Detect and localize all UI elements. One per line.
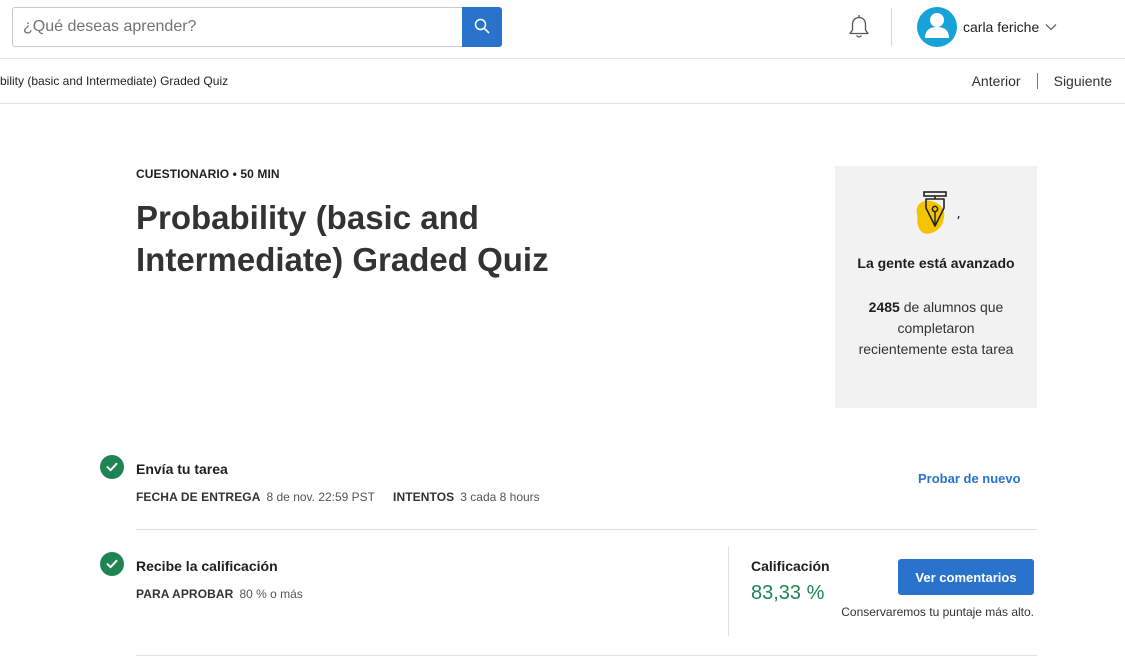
card-heading: La gente está avanzado [857,255,1015,271]
grade-label: Calificación [751,558,830,574]
retry-button[interactable]: Probar de nuevo [918,471,1021,486]
grade-divider [728,547,729,636]
submit-step-title: Envía tu tarea [136,461,228,477]
submit-step-meta: FECHA DE ENTREGA 8 de nov. 22:59 PST INTEN… [136,490,540,504]
next-link[interactable]: Siguiente [1054,73,1112,89]
due-date-value: 8 de nov. 22:59 PST [266,490,376,504]
grade-value: 83,33 % [751,582,825,604]
submit-step-check-icon [100,455,124,479]
page-title: Probability (basic and Intermediate) Gra… [136,199,549,278]
search-button[interactable] [462,7,502,47]
section-divider [136,529,1037,530]
pass-label: PARA APROBAR [136,587,234,601]
breadcrumb-bar: bility (basic and Intermediate) Graded Q… [0,59,1125,104]
attempts-label: INTENTOS [393,490,455,504]
avatar [917,7,957,47]
breadcrumb: bility (basic and Intermediate) Graded Q… [0,74,229,88]
search-icon [474,18,490,37]
user-name: carla feriche [963,19,1040,35]
highest-score-note: Conservaremos tu puntaje más alto. [841,605,1034,619]
view-feedback-button[interactable]: Ver comentarios [898,559,1034,595]
pen-nib-icon [911,188,963,240]
grade-step-meta: PARA APROBAR 80 % o más [136,587,303,601]
learner-count: 2485 [868,299,900,315]
item-type-label: CUESTIONARIO • 50 MIN [136,167,280,181]
due-date-label: FECHA DE ENTREGA [136,490,261,504]
attempts-value: 3 cada 8 hours [460,490,540,504]
notifications-button[interactable] [846,14,872,45]
section-divider-bottom [136,655,1037,656]
user-icon [917,7,957,47]
card-text: 2485 de alumnos que completaron reciente… [857,297,1015,360]
user-menu[interactable]: carla feriche [917,7,1057,47]
grade-step-title: Recibe la calificación [136,558,278,574]
search-input[interactable] [12,7,462,47]
nav-separator [1036,73,1038,89]
chevron-down-icon [1045,23,1057,31]
top-bar: carla feriche [0,0,1125,59]
pass-value: 80 % o más [239,587,303,601]
search-bar [12,7,502,47]
bell-icon [847,14,871,45]
header-divider [891,8,892,46]
progress-card: La gente está avanzado 2485 de alumnos q… [835,166,1037,408]
previous-link[interactable]: Anterior [972,73,1021,89]
item-navigation: Anterior Siguiente [972,73,1112,89]
grade-step-check-icon [100,552,124,576]
